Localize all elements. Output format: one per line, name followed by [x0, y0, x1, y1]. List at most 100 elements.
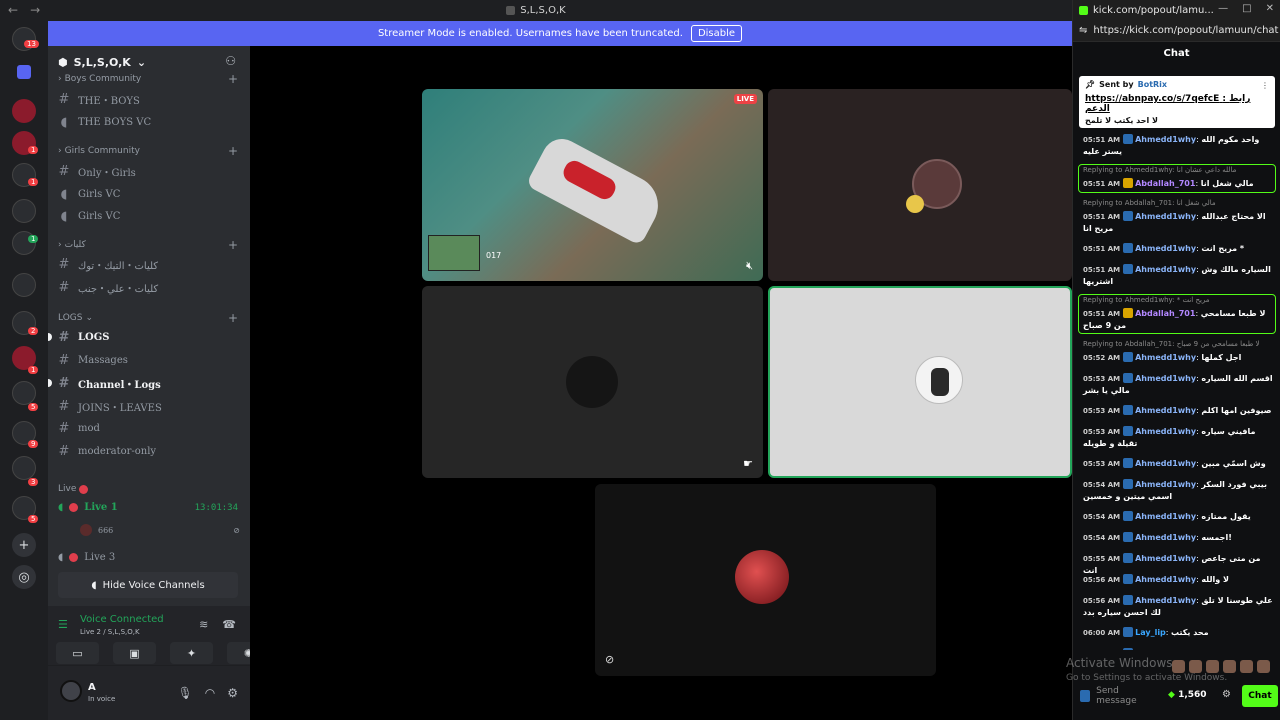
forward-arrow-icon[interactable]: → — [30, 3, 40, 17]
server-icon[interactable] — [12, 456, 36, 480]
microphone-icon[interactable]: 🎙 — [178, 686, 193, 700]
channel-massages[interactable]: # Massages — [58, 350, 240, 370]
message-username[interactable]: Ahmedd1why — [1135, 265, 1196, 274]
disconnect-icon[interactable]: ☎ — [222, 618, 236, 631]
emote-icon[interactable] — [1189, 660, 1202, 673]
message-username[interactable]: Ahmedd1why — [1135, 135, 1196, 144]
category-girls[interactable]: › Girls Community — [58, 146, 140, 156]
chat-message[interactable]: 05:51 AM Ahmedd1why: الا محتاج عبدالله مر… — [1083, 211, 1273, 234]
pinned-link[interactable]: https://abnpay.co/s/7qefcE — [1085, 94, 1219, 104]
server-icon[interactable] — [12, 99, 36, 123]
folder-icon[interactable] — [17, 65, 31, 79]
server-icon[interactable] — [12, 199, 36, 223]
message-username[interactable]: Lay_lip — [1135, 628, 1166, 637]
message-username[interactable]: Ahmedd1why — [1135, 596, 1196, 605]
channel-ar1[interactable]: # كليات・التيك・توك — [58, 254, 240, 274]
channel-mod[interactable]: # mod — [58, 418, 240, 438]
message-username[interactable]: Ahmedd1why — [1135, 212, 1196, 221]
chat-message[interactable]: 05:52 AM Ahmedd1why: اجل كملها — [1083, 352, 1273, 364]
activities-button[interactable]: ✦ — [170, 642, 213, 664]
emote-icon[interactable] — [1240, 660, 1253, 673]
stream-tile[interactable]: 017 LIVE 🔇︎ — [422, 89, 763, 281]
emote-icon[interactable] — [1257, 660, 1270, 673]
participant-tile[interactable]: ☛ — [422, 286, 763, 478]
signal-icon[interactable]: ☰ — [58, 618, 68, 631]
chat-message[interactable]: 05:51 AM Ahmedd1why: واحد مكوم الله يستر … — [1083, 134, 1273, 157]
message-username[interactable]: Ahmedd1why — [1135, 575, 1196, 584]
category-logs[interactable]: LOGS ⌄ — [58, 313, 93, 323]
back-arrow-icon[interactable]: ← — [8, 3, 18, 17]
invite-icon[interactable]: ⚇ — [225, 54, 236, 68]
headphones-icon[interactable]: ◠ — [205, 686, 215, 700]
hide-voice-channels-button[interactable]: ◖ Hide Voice Channels — [58, 572, 238, 598]
message-username[interactable]: Ahmedd1why — [1135, 512, 1196, 521]
close-icon[interactable]: ✕ — [1266, 3, 1274, 14]
channel-channel-logs[interactable]: # Channel・Logs — [48, 373, 240, 393]
chat-message[interactable]: 05:53 AM Ahmedd1why: صيوفين امها اكلم — [1083, 405, 1273, 417]
chat-message[interactable]: 05:53 AM Ahmedd1why: مافيني سياره تقيلة و… — [1083, 426, 1273, 449]
emote-icon[interactable] — [1223, 660, 1236, 673]
message-username[interactable]: Ahmedd1why — [1135, 353, 1196, 362]
discover-icon[interactable]: ◎ — [12, 565, 36, 589]
chat-message[interactable]: 05:54 AM Ahmedd1why: اجمسه! — [1083, 532, 1273, 544]
voice-channel-live3[interactable]: ◖ Live 3 — [58, 552, 240, 563]
voice-member[interactable]: 666 ⊘ — [80, 524, 240, 536]
chat-message[interactable]: 05:55 AM Ahmedd1why: من متى جاعص انت — [1083, 553, 1273, 576]
category-boys[interactable]: › Boys Community — [58, 74, 141, 84]
channel-logs[interactable]: # LOGS — [48, 327, 240, 347]
channel-points[interactable]: ◆ 1,560 — [1168, 690, 1207, 700]
site-info-icon[interactable]: ⇋ — [1079, 25, 1087, 36]
chat-message[interactable]: 05:53 AM Ahmedd1why: اقسم الله السياره ما… — [1083, 373, 1273, 396]
maximize-icon[interactable]: □ — [1242, 3, 1251, 14]
channel-boys-text[interactable]: # THE・BOYS — [58, 89, 240, 109]
channel-girls-text[interactable]: # Only・Girls — [58, 161, 240, 181]
pinned-message[interactable]: 📌︎ Sent by BotRix https://abnpay.co/s/7q… — [1079, 76, 1275, 128]
reply-reference[interactable]: Replying to Abdallah_701: لا طبعا مسامحي… — [1083, 340, 1260, 348]
disable-button[interactable]: Disable — [690, 25, 743, 42]
avatar[interactable] — [60, 680, 82, 702]
message-username[interactable]: Ahmedd1why — [1135, 554, 1196, 563]
channel-ar2[interactable]: # كليات・علي・جنب — [58, 277, 240, 297]
participant-tile-speaking[interactable] — [768, 286, 1072, 478]
minimize-icon[interactable]: — — [1218, 3, 1228, 14]
add-channel-icon[interactable]: + — [228, 311, 238, 325]
message-username[interactable]: Ahmedd1why — [1135, 480, 1196, 489]
message-username[interactable]: Ahmedd1why — [1135, 427, 1196, 436]
add-channel-icon[interactable]: + — [228, 144, 238, 158]
reply-reference[interactable]: Replying to Abdallah_701: مالي شغل انا — [1083, 199, 1216, 207]
chat-message[interactable]: 05:56 AM Ahmedd1why: لا والله — [1083, 574, 1273, 586]
message-username[interactable]: Ahmedd1why — [1135, 649, 1196, 650]
message-username[interactable]: Ahmedd1why — [1135, 374, 1196, 383]
message-username[interactable]: Ahmedd1why — [1135, 406, 1196, 415]
screen-share-button[interactable]: ▣ — [113, 642, 156, 664]
channel-moderator-only[interactable]: # moderator-only — [58, 441, 240, 461]
noise-suppression-icon[interactable]: ≋ — [199, 618, 208, 631]
channel-joins[interactable]: # JOINS・LEAVES — [58, 396, 240, 416]
participant-tile[interactable] — [768, 89, 1072, 281]
voice-channel-info[interactable]: Live 2 / S,L,S,O,K — [80, 628, 140, 636]
add-server-icon[interactable]: + — [12, 533, 36, 557]
add-channel-icon[interactable]: + — [228, 238, 238, 252]
message-username[interactable]: Ahmedd1why — [1135, 533, 1196, 542]
send-chat-button[interactable]: Chat — [1242, 685, 1278, 707]
voice-channel-live1[interactable]: ◖ Live 1 13:01:34 — [58, 502, 240, 513]
emote-icon[interactable] — [1172, 660, 1185, 673]
message-username[interactable]: Ahmedd1why — [1135, 244, 1196, 253]
address-bar[interactable]: ⇋ https://kick.com/popout/lamuun/chat ⋮ — [1073, 20, 1280, 42]
emote-icon[interactable] — [1206, 660, 1219, 673]
server-folder-icon[interactable] — [12, 273, 36, 297]
volume-muted-icon[interactable]: 🔇︎ — [746, 259, 753, 273]
pin-toggle-icon[interactable]: ⋮ — [1261, 81, 1269, 90]
chat-settings-icon[interactable]: ⚙ — [1222, 689, 1231, 700]
chat-message[interactable]: 06:03 AMAhmedd1why: !! برحرو مطق — [1083, 648, 1273, 650]
channel-boys-vc[interactable]: ◖ THE BOYS VC — [58, 112, 240, 132]
add-channel-icon[interactable]: + — [228, 72, 238, 86]
chat-input[interactable]: Send message — [1080, 684, 1152, 708]
category-live[interactable]: Live — [58, 484, 89, 494]
chat-message[interactable]: 05:51 AM Ahmedd1why: السياره مالك وش اشتر… — [1083, 264, 1273, 287]
message-username[interactable]: Ahmedd1why — [1135, 459, 1196, 468]
chat-message[interactable]: 05:51 AM Ahmedd1why: مريح انت * — [1083, 243, 1273, 255]
channel-girls-vc[interactable]: ◖ Girls VC — [58, 206, 240, 226]
channel-girls-vc[interactable]: ◖ Girls VC — [58, 184, 240, 204]
chat-message[interactable]: 06:00 AM Lay_lip: محد يكتب — [1083, 627, 1273, 639]
